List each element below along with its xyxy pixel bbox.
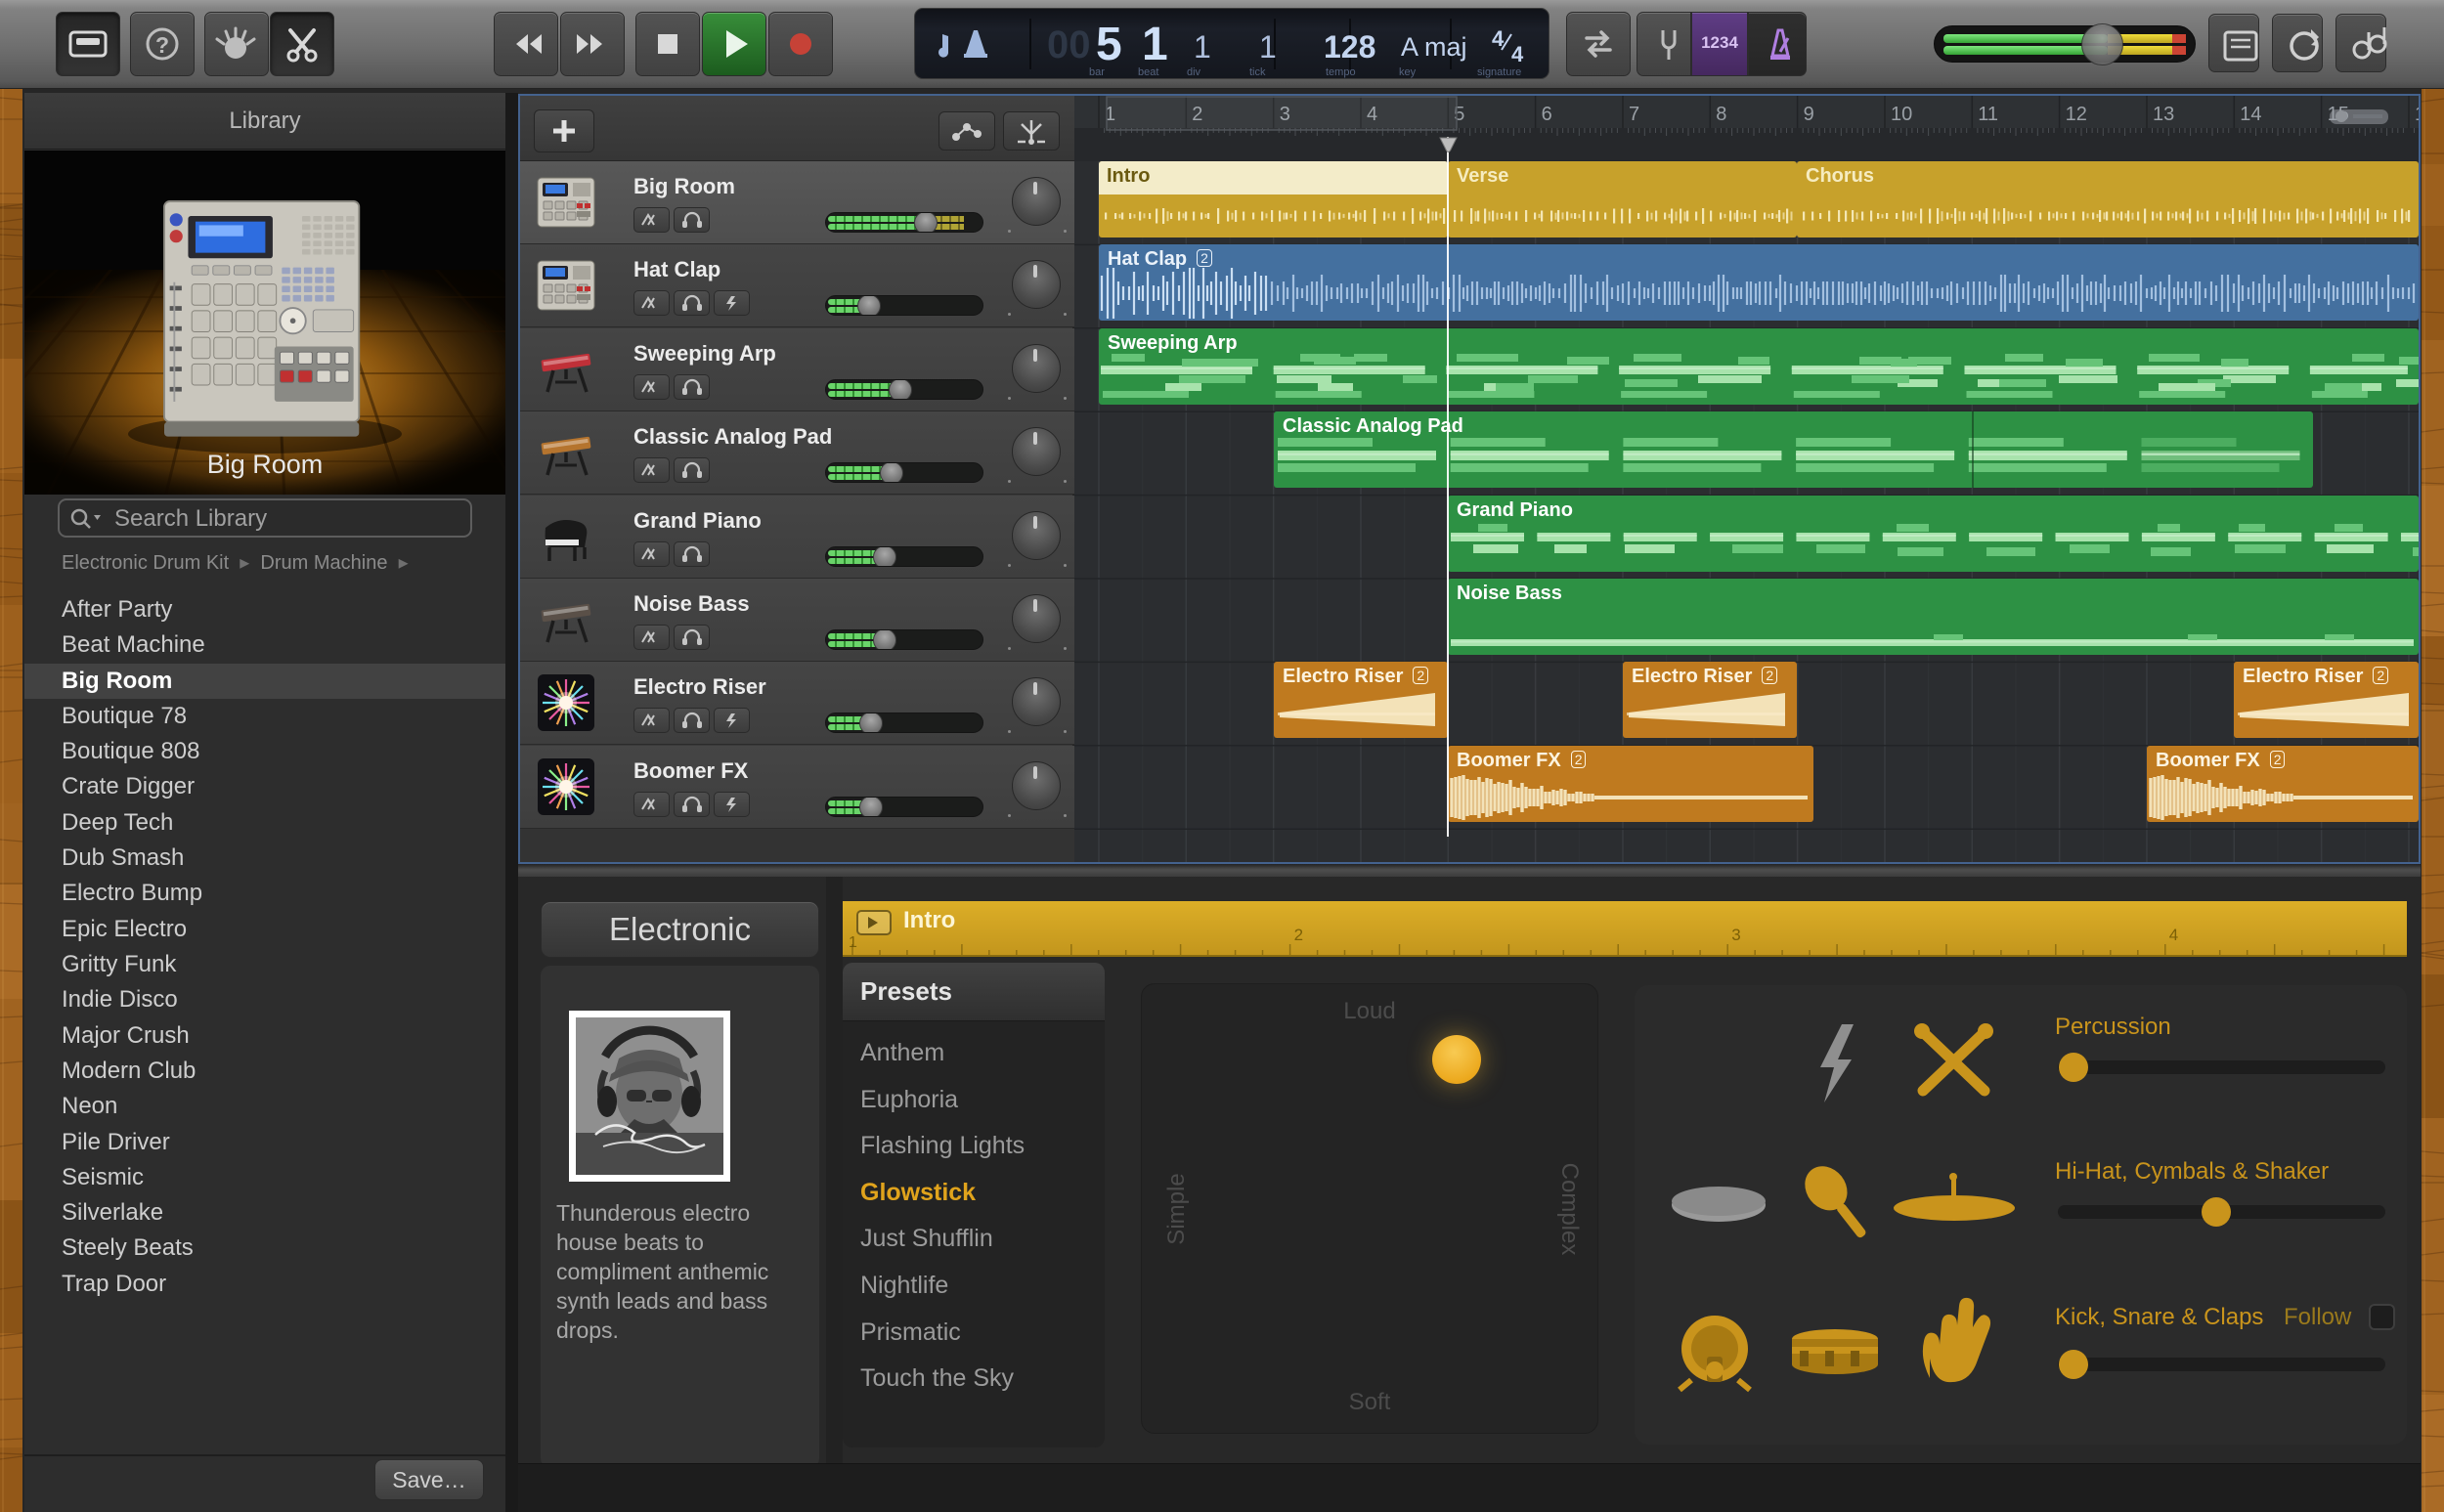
svg-text:Hi-Hat, Cymbals & Shaker: Hi-Hat, Cymbals & Shaker <box>2055 1158 2329 1185</box>
svg-text:1: 1 <box>1142 19 1168 70</box>
svg-text:10: 10 <box>1891 104 1912 125</box>
svg-text:Percussion: Percussion <box>2055 1014 2171 1040</box>
svg-text:16: 16 <box>2415 104 2419 125</box>
svg-text:6: 6 <box>1542 104 1552 125</box>
svg-text:9: 9 <box>1804 104 1814 125</box>
svg-text:14: 14 <box>2240 104 2261 125</box>
svg-text:key: key <box>1399 66 1417 78</box>
svg-text:7: 7 <box>1629 104 1639 125</box>
svg-text:signature: signature <box>1477 66 1521 78</box>
svg-text:8: 8 <box>1716 104 1726 125</box>
svg-text:4: 4 <box>2169 926 2178 944</box>
svg-text:1: 1 <box>1259 29 1277 65</box>
svg-text:11: 11 <box>1978 104 1998 125</box>
svg-text:?: ? <box>155 32 169 58</box>
svg-text:beat: beat <box>1138 66 1158 78</box>
svg-text:A maj: A maj <box>1401 32 1467 62</box>
svg-text:2: 2 <box>1294 926 1303 944</box>
svg-text:Big Room: Big Room <box>207 450 324 479</box>
svg-text:Kick, Snare & Claps: Kick, Snare & Claps <box>2055 1304 2263 1330</box>
svg-text:tempo: tempo <box>1326 66 1356 78</box>
svg-text:4: 4 <box>1511 42 1524 66</box>
svg-text:bar: bar <box>1089 66 1105 78</box>
svg-text:tick: tick <box>1249 66 1266 78</box>
svg-text:div: div <box>1187 66 1201 78</box>
svg-text:Follow: Follow <box>2284 1304 2352 1330</box>
svg-text:128: 128 <box>1324 29 1375 65</box>
svg-text:12: 12 <box>2066 104 2087 125</box>
svg-text:5: 5 <box>1096 19 1122 70</box>
svg-text:3: 3 <box>1731 926 1740 944</box>
svg-text:1: 1 <box>1194 29 1211 65</box>
svg-text:13: 13 <box>2153 104 2174 125</box>
svg-text:00: 00 <box>1047 23 1091 66</box>
